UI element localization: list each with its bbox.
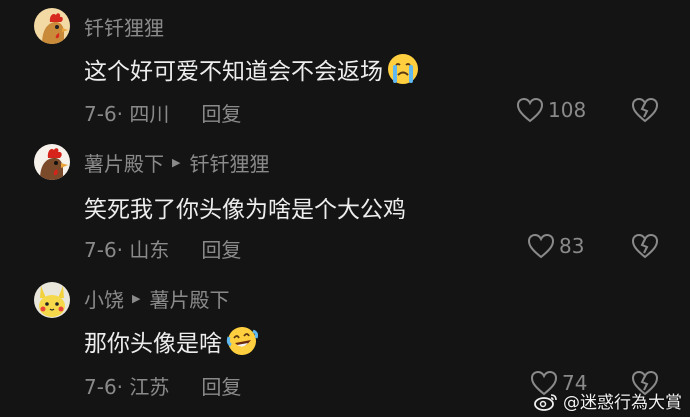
laughing-tears-face-icon — [226, 327, 258, 355]
avatar[interactable] — [34, 282, 70, 318]
comment-body: 这个好可爱不知道会不会返场 — [84, 52, 419, 86]
broken-heart-icon[interactable] — [631, 97, 659, 123]
rooster-avatar-icon — [34, 144, 70, 180]
heart-icon — [516, 97, 544, 123]
comment-body: 笑死我了你头像为啥是个大公鸡 — [84, 190, 406, 224]
rooster-avatar-icon — [34, 8, 70, 44]
author-name[interactable]: 薯片殿下 — [84, 148, 164, 177]
like-count: 83 — [559, 234, 585, 258]
like-button[interactable]: 108 — [516, 97, 586, 123]
like-button[interactable]: 83 — [527, 233, 584, 259]
reply-to-name[interactable]: 薯片殿下 — [149, 284, 229, 313]
reply-button[interactable]: 回复 — [201, 371, 241, 400]
comment-text: 那你头像是啥 — [84, 331, 222, 357]
comment-text: 这个好可爱不知道会不会返场 — [84, 59, 383, 85]
watermark-text: @迷惑行為大賞 — [563, 393, 682, 413]
comment-text: 笑死我了你头像为啥是个大公鸡 — [84, 197, 406, 223]
comment-author-row: 薯片殿下 ▶ 钎钎狸狸 — [84, 148, 269, 177]
avatar[interactable] — [34, 8, 70, 44]
heart-icon — [527, 233, 555, 259]
date-location: 7-6· 江苏 — [84, 375, 170, 399]
comment-body: 那你头像是啥 — [84, 324, 258, 358]
date-location: 7-6· 山东 — [84, 238, 170, 262]
reply-arrow-icon: ▶ — [172, 155, 181, 169]
comment-meta: 7-6· 江苏 回复 — [84, 371, 241, 400]
crying-face-icon — [388, 54, 418, 84]
comment-author-row: 钎钎狸狸 — [84, 12, 164, 41]
comment-meta: 7-6· 山东 回复 — [84, 234, 241, 263]
reply-to-name[interactable]: 钎钎狸狸 — [189, 148, 269, 177]
reply-arrow-icon: ▶ — [132, 291, 141, 305]
avatar[interactable] — [34, 144, 70, 180]
comment-meta: 7-6· 四川 回复 — [84, 98, 241, 127]
weibo-logo-icon — [534, 393, 557, 411]
author-name[interactable]: 小饶 — [84, 284, 124, 313]
reply-button[interactable]: 回复 — [201, 98, 241, 127]
watermark: @迷惑行為大賞 — [533, 388, 682, 413]
date-location: 7-6· 四川 — [84, 102, 170, 126]
comment-author-row: 小饶 ▶ 薯片殿下 — [84, 284, 229, 313]
broken-heart-icon[interactable] — [631, 233, 659, 259]
reply-button[interactable]: 回复 — [201, 234, 241, 263]
pikachu-avatar-icon — [34, 282, 70, 318]
like-count: 108 — [548, 98, 587, 122]
author-name[interactable]: 钎钎狸狸 — [84, 12, 164, 41]
